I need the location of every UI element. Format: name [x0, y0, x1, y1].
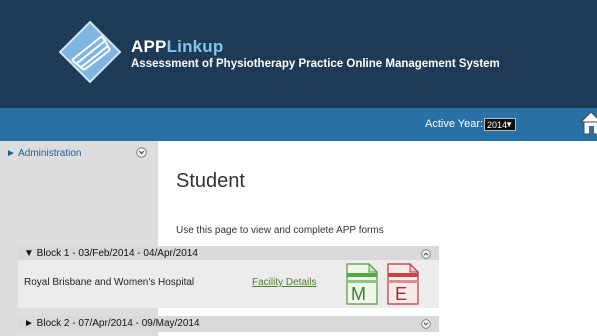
brand-tagline: Assessment of Physiotherapy Practice Onl… [131, 58, 500, 70]
brand-block: APPLinkup Assessment of Physiotherapy Pr… [131, 37, 500, 72]
chevron-up-circle-icon[interactable] [421, 249, 431, 259]
brand-name: APPLinkup [131, 37, 500, 57]
home-icon[interactable] [580, 110, 597, 136]
svg-text:E: E [395, 284, 407, 304]
page-title: Student [176, 170, 245, 192]
active-year-label: Active Year: [425, 118, 484, 130]
sidebar-item-administration[interactable]: ► Administration [6, 148, 81, 159]
facility-details-link[interactable]: Facility Details [252, 277, 316, 288]
app-header: APPLinkup Assessment of Physiotherapy Pr… [0, 0, 597, 108]
active-year-select[interactable]: 2014 ▼ [484, 118, 516, 131]
active-year-value: 2014 [487, 120, 508, 130]
svg-text:M: M [351, 284, 366, 304]
app-linkup-logo-icon [58, 20, 122, 84]
brand-app: APP [131, 37, 167, 56]
intro-text: Use this page to view and complete APP f… [176, 225, 384, 236]
chevron-down-circle-icon[interactable] [421, 319, 431, 329]
form-m-icon[interactable]: M [346, 263, 378, 305]
hospital-name: Royal Brisbane and Women's Hospital [24, 277, 195, 288]
block-1-body: Royal Brisbane and Women's Hospital Faci… [18, 260, 439, 308]
block-2-label: ► Block 2 - 07/Apr/2014 - 09/May/2014 [24, 318, 200, 329]
chevron-down-circle-icon[interactable] [136, 147, 147, 158]
block-1-label: ▼ Block 1 - 03/Feb/2014 - 04/Apr/2014 [24, 248, 198, 259]
form-e-icon[interactable]: E [387, 263, 419, 305]
dropdown-caret-icon: ▼ [505, 120, 513, 129]
block-2-header[interactable]: ► Block 2 - 07/Apr/2014 - 09/May/2014 [18, 316, 439, 332]
brand-linkup: Linkup [166, 37, 224, 56]
top-nav-bar: Active Year: 2014 ▼ [0, 108, 597, 141]
